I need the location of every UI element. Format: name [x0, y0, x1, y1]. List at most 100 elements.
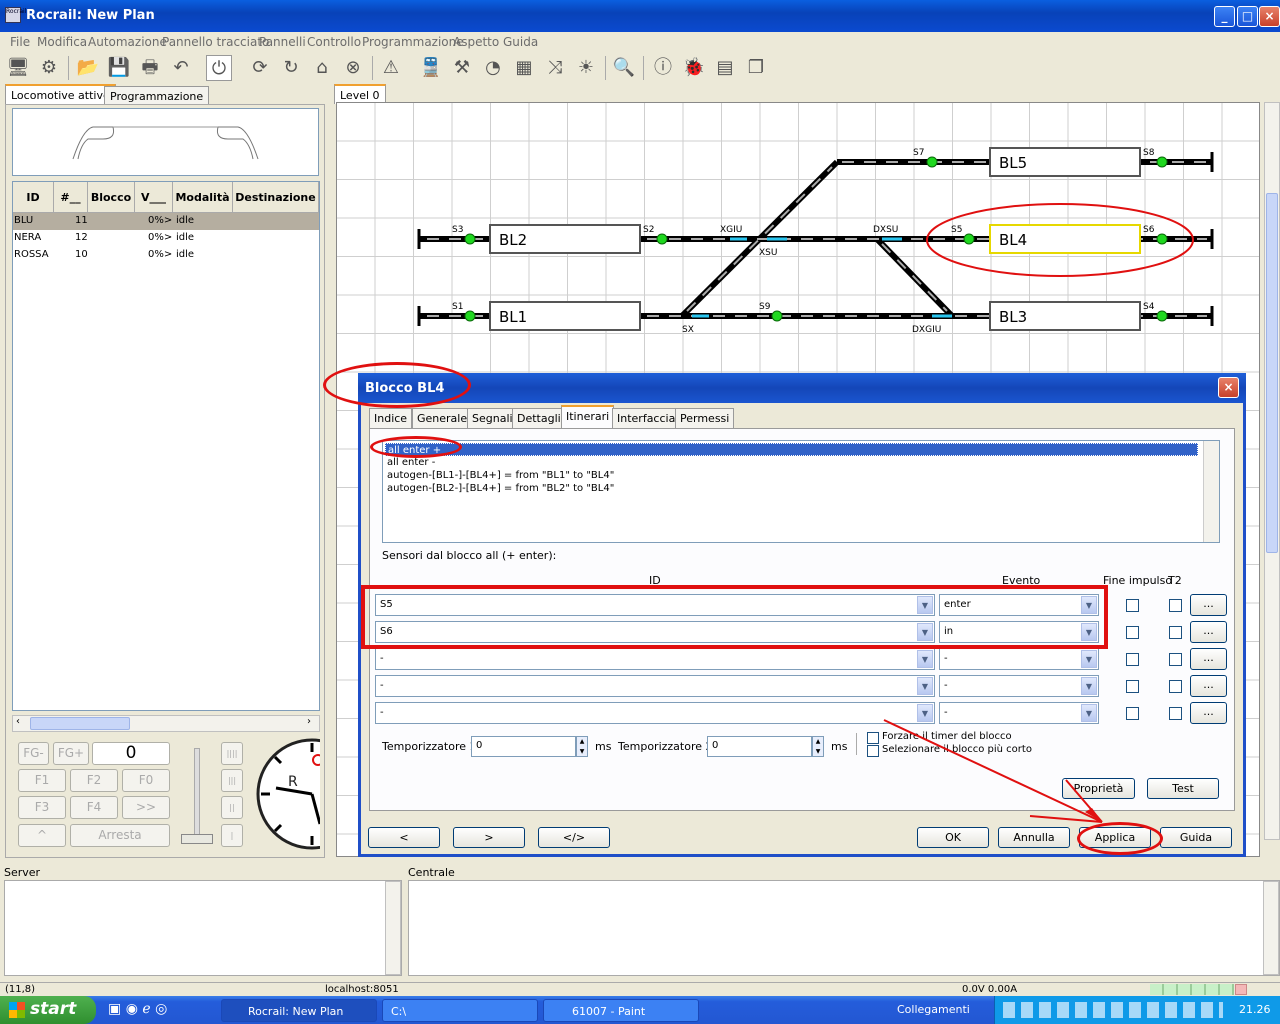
chrome-icon[interactable]: ◎	[155, 1001, 167, 1017]
slider-thumb[interactable]	[181, 834, 213, 844]
start-button[interactable]: start	[0, 996, 96, 1024]
t2-checkbox[interactable]	[1169, 599, 1182, 612]
task-paint[interactable]: 61007 - Paint	[543, 999, 699, 1022]
sensor-options-button[interactable]: ...	[1190, 594, 1227, 616]
t2-checkbox[interactable]	[1169, 653, 1182, 666]
fg-plus-button[interactable]: FG+	[53, 742, 89, 765]
power-icon[interactable]: ⏻	[206, 55, 232, 81]
info-icon[interactable]: ⓘ	[650, 55, 676, 81]
end-pulse-checkbox[interactable]	[1126, 653, 1139, 666]
col-header-destinazione[interactable]: Destinazione	[233, 182, 319, 213]
tab-itinerari[interactable]: Itinerari	[561, 405, 615, 429]
save-icon[interactable]: 💾	[106, 55, 132, 81]
table-row[interactable]: NERA 12 0%> idle	[13, 230, 319, 247]
blocks-icon[interactable]: ▦	[511, 55, 537, 81]
shuffle-icon[interactable]: ⤨	[542, 55, 568, 81]
task-cmd[interactable]: C:\	[382, 999, 538, 1022]
step-button-1[interactable]: |	[221, 824, 243, 847]
search-icon[interactable]: 🔍	[611, 55, 637, 81]
timer1-spinner[interactable]: ▲ ▼	[576, 736, 588, 757]
step-button-2[interactable]: ||	[221, 796, 243, 819]
list-item[interactable]: autogen-[BL2-]-[BL4+] = from "BL2" to "B…	[387, 482, 614, 495]
sensor-options-button[interactable]: ...	[1190, 702, 1227, 724]
tab-indice[interactable]: Indice	[369, 408, 413, 428]
t2-checkbox[interactable]	[1169, 707, 1182, 720]
col-header-blocco[interactable]: Blocco	[88, 182, 135, 213]
sync-icon[interactable]: ⟳	[247, 55, 273, 81]
test-button[interactable]: Test	[1147, 778, 1219, 799]
direction-button[interactable]: ^	[18, 824, 66, 847]
open-folder-icon[interactable]: 📂	[75, 55, 101, 81]
step-button-4[interactable]: ||||	[221, 742, 243, 765]
timer1-input[interactable]: 0	[471, 736, 576, 757]
menu-pannelli[interactable]: Pannelli	[259, 35, 306, 49]
f4-button[interactable]: F4	[70, 796, 118, 819]
maximize-button[interactable]: □	[1237, 6, 1258, 27]
settings-gear-icon[interactable]: ⚙	[36, 55, 62, 81]
route-list[interactable]: all enter + all enter - autogen-[BL1-]-[…	[382, 440, 1220, 543]
scroll-thumb[interactable]	[1266, 193, 1278, 553]
bug-icon[interactable]: 🐞	[681, 55, 707, 81]
chevron-down-icon[interactable]: ▼	[1081, 677, 1097, 695]
cancel-circle-icon[interactable]: ⊗	[340, 55, 366, 81]
f0-button[interactable]: F0	[122, 769, 170, 792]
chevron-down-icon[interactable]: ▼	[1081, 650, 1097, 668]
more-functions-button[interactable]: >>	[122, 796, 170, 819]
gauge-icon[interactable]: ◔	[480, 55, 506, 81]
menu-file[interactable]: File	[10, 35, 30, 49]
scroll-thumb[interactable]	[30, 717, 130, 730]
tab-permessi[interactable]: Permessi	[675, 408, 735, 428]
connect-icon[interactable]: 🖥	[5, 55, 31, 81]
col-header-modalita[interactable]: Modalità	[173, 182, 233, 213]
f2-button[interactable]: F2	[70, 769, 118, 792]
tab-locomotive-attive[interactable]: Locomotive attive	[5, 84, 116, 104]
sensor-event-select[interactable]: - ▼	[939, 648, 1099, 670]
menu-guida[interactable]: Guida	[503, 35, 538, 49]
force-timer-checkbox[interactable]	[867, 732, 879, 744]
chevron-left-icon[interactable]: ‹	[16, 716, 20, 727]
next-button[interactable]: >	[453, 827, 525, 848]
end-pulse-checkbox[interactable]	[1126, 680, 1139, 693]
tab-programmazione[interactable]: Programmazione	[104, 86, 210, 106]
sun-icon[interactable]: ☀	[573, 55, 599, 81]
xml-button[interactable]: </>	[538, 827, 610, 848]
chevron-right-icon[interactable]: ›	[307, 716, 311, 727]
col-header-id[interactable]: ID	[13, 182, 54, 213]
locomotive-icon[interactable]: 🚆	[418, 55, 444, 81]
col-header-num[interactable]: #__	[54, 182, 88, 213]
f1-button[interactable]: F1	[18, 769, 66, 792]
undo-icon[interactable]: ↶	[168, 55, 194, 81]
help-button[interactable]: Guida	[1160, 827, 1232, 848]
end-pulse-checkbox[interactable]	[1126, 707, 1139, 720]
menu-programmazione[interactable]: Programmazione	[362, 35, 464, 49]
task-rocrail[interactable]: Rocrail: New Plan	[221, 999, 377, 1022]
list-item[interactable]: all enter +	[385, 443, 1198, 456]
desktop-icon[interactable]: ▣	[108, 1001, 121, 1017]
menu-pannello-tracciato[interactable]: Pannello tracciato	[162, 35, 269, 49]
timer2-input[interactable]: 0	[707, 736, 812, 757]
chevron-down-icon[interactable]: ▼	[917, 650, 933, 668]
links-toolbar[interactable]: Collegamenti	[897, 1003, 970, 1016]
dialog-close-button[interactable]: ×	[1218, 377, 1239, 398]
end-pulse-checkbox[interactable]	[1126, 626, 1139, 639]
central-log-scrollbar[interactable]	[1263, 881, 1279, 975]
prev-button[interactable]: <	[368, 827, 440, 848]
table-row[interactable]: BLU 11 0%> idle	[13, 213, 319, 230]
tab-level-0[interactable]: Level 0	[334, 84, 386, 104]
menu-modifica[interactable]: Modifica	[37, 35, 87, 49]
tab-dettagli[interactable]: Dettagli	[512, 408, 566, 428]
tools-icon[interactable]: ⚒	[449, 55, 475, 81]
menu-aspetto[interactable]: Aspetto	[453, 35, 499, 49]
home-icon[interactable]: ⌂	[309, 55, 335, 81]
loco-table-hscrollbar[interactable]: ‹ ›	[12, 715, 320, 732]
tab-interfaccia[interactable]: Interfaccia	[612, 408, 681, 428]
table-row[interactable]: ROSSA 10 0%> idle	[13, 247, 319, 264]
list-item[interactable]: autogen-[BL1-]-[BL4+] = from "BL1" to "B…	[387, 469, 614, 482]
fg-minus-button[interactable]: FG-	[18, 742, 49, 765]
sensor-id-select[interactable]: - ▼	[375, 675, 935, 697]
speed-slider[interactable]	[181, 748, 213, 846]
chevron-down-icon[interactable]: ▼	[917, 677, 933, 695]
route-list-scrollbar[interactable]	[1203, 441, 1219, 542]
rotate-icon[interactable]: ↻	[278, 55, 304, 81]
media-icon[interactable]: ◉	[126, 1001, 138, 1017]
